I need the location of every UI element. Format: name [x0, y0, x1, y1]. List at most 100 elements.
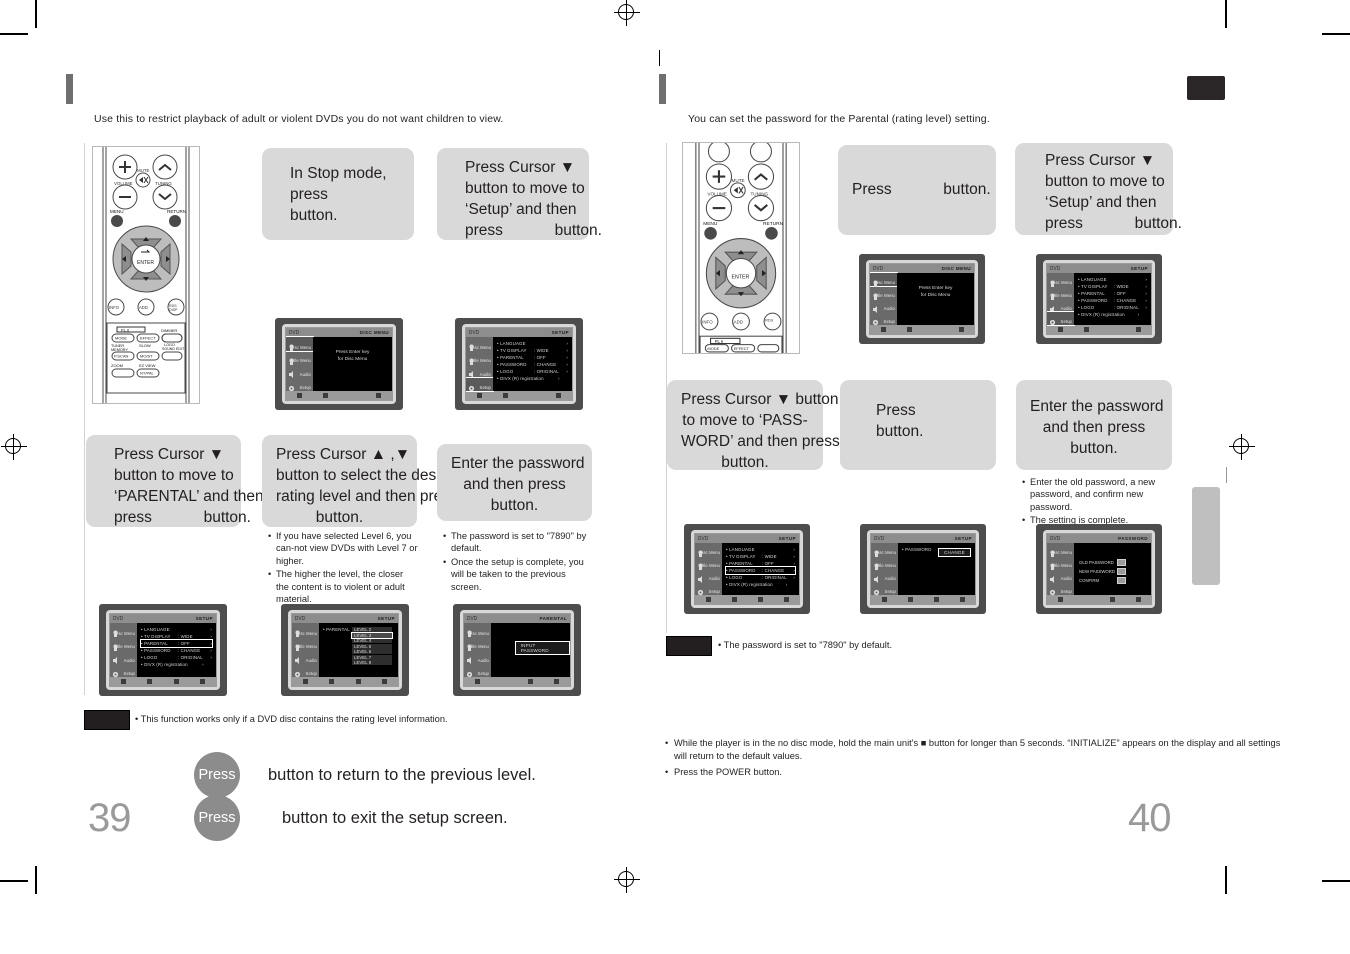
svg-text:MO/ST: MO/ST	[140, 354, 153, 359]
osd-header-left: DVD	[467, 615, 478, 622]
svg-text:TUNING: TUNING	[750, 192, 768, 197]
note-chip-left	[84, 710, 130, 730]
field-confirm: CONFIRM	[1079, 577, 1126, 584]
note-item: • The higher the level, the closer the co…	[268, 569, 405, 605]
gutter-mark-top	[659, 50, 660, 66]
menu-row-divx: • DIVX (R) registration ›	[497, 376, 560, 381]
menu-row-language: • LANGUAGE ›	[726, 547, 795, 552]
registration-mark-bottom	[614, 867, 640, 893]
osd-side-disc-menu: Disc Menu	[113, 630, 135, 637]
svg-text:SOUND EDIT: SOUND EDIT	[162, 347, 185, 351]
osd-side-setup: Setup	[695, 582, 722, 596]
svg-text:EZ VIEW: EZ VIEW	[139, 363, 156, 368]
r-step-3-line-3: WORD’ and then press	[681, 433, 840, 450]
step-2-line-2: button to move to	[465, 180, 585, 197]
step-5-line-2: and then press	[463, 476, 566, 493]
menu-row-logo: • LOGO: ORIGINAL ›	[497, 369, 568, 374]
password-change-box: CHANGE	[938, 548, 971, 557]
r-step-2-line-3: ‘Setup’ and then	[1045, 194, 1157, 211]
crop-mark-tl-v	[35, 0, 37, 28]
note-item: • The password is set to "7890" by defaul…	[443, 531, 587, 554]
svg-text:LOGO: LOGO	[164, 343, 175, 347]
svg-text:SLOW: SLOW	[139, 343, 151, 348]
osd-header-left: DVD	[1050, 535, 1061, 542]
osd-side-disc-menu: Disc Menu	[870, 272, 898, 287]
svg-text:ENTER: ENTER	[732, 274, 750, 280]
right-footnotes: • While the player is in the no disc mode…	[665, 737, 1285, 779]
screen-input-password: DVD PARENTAL Disc Menu Title Menu Audio …	[453, 604, 581, 696]
osd-side-disc-menu: Disc Menu	[467, 630, 489, 637]
right-intro-text: You can set the password for the Parenta…	[688, 113, 990, 125]
note-chip-right	[666, 636, 712, 656]
menu-row-tv-display: • TV DISPLAY: WIDE ›	[726, 554, 795, 559]
osd-side-disc-menu: Disc Menu	[698, 550, 720, 557]
press-circle-menu-icon[interactable]: Press	[194, 795, 240, 841]
osd-header-left: DVD	[873, 265, 884, 272]
note-item: • Once the setup is complete, you will be…	[443, 556, 584, 592]
level-option: LEVEL 6	[352, 649, 392, 654]
r-step-4-callout: Press button.	[840, 380, 996, 470]
menu-row-password: • PASSWORD: CHANGE ›	[141, 648, 212, 653]
note-item: • If you have selected Level 6, you can-n…	[268, 531, 418, 566]
press-row-return: Press button to return to the previous l…	[194, 752, 536, 798]
osd-side-setup: Setup	[1047, 582, 1074, 596]
osd-header-left: DVD	[289, 329, 300, 336]
osd-side-audio: Audio	[1047, 299, 1074, 313]
press-circle-return-icon[interactable]: Press	[194, 752, 240, 798]
page-number-left: 39	[88, 796, 131, 840]
svg-text:EFFECT: EFFECT	[140, 336, 156, 341]
osd-header-right: SETUP	[778, 536, 796, 541]
manual-spread: Use this to restrict playback of adult o…	[0, 0, 1350, 954]
svg-text:ADD: ADD	[139, 305, 148, 310]
r-step-5-line-2: and then press	[1042, 419, 1146, 436]
step-3-line-2: button to move to	[114, 467, 234, 484]
osd-side-setup: Setup	[1047, 311, 1075, 326]
parental-level-list: LEVEL 2 LEVEL 3 LEVEL 4 LEVEL 5 LEVEL 6 …	[351, 627, 393, 666]
svg-text:MODE: MODE	[115, 336, 127, 341]
svg-text:MUTE: MUTE	[732, 178, 745, 183]
svg-text:RETURN: RETURN	[763, 221, 784, 227]
screen-setup-parental-highlighted: DVD SETUP Disc Menu Title Menu Audio Set…	[99, 604, 227, 696]
r-step-2-line-1: Press Cursor ▼	[1045, 152, 1156, 169]
osd-side-title-menu: Title Menu	[469, 358, 491, 365]
osd-header-right: SETUP	[195, 616, 213, 621]
step-2-line-4: press button.	[465, 222, 602, 239]
osd-side-setup: Setup	[286, 378, 313, 392]
svg-text:VOLUME: VOLUME	[114, 181, 133, 186]
step-2-line-3: ‘Setup’ and then	[465, 201, 577, 218]
menu-row-tv-display: • TV DISPLAY: WIDE ›	[1078, 284, 1147, 289]
menu-row-language: • LANGUAGE ›	[1078, 277, 1147, 282]
svg-text:ENTER: ENTER	[137, 260, 154, 266]
osd-side-audio: Audio	[292, 650, 319, 664]
chapter-tab-top	[1187, 76, 1225, 100]
registration-mark-right	[1229, 434, 1255, 460]
password-entry-fields: OLD PASSWORD NEW PASSWORD CONFIRM	[1079, 559, 1126, 586]
osd-side-disc-menu: Disc Menu	[286, 336, 314, 352]
step-1-line-3: button.	[290, 207, 338, 224]
menu-row-logo: • LOGO: ORIGINAL ›	[726, 575, 795, 580]
step-4-line-1: Press Cursor ▲ ,▼	[276, 446, 411, 463]
step-3-line-3: ‘PARENTAL’ and then	[114, 488, 264, 505]
confirm-password-input[interactable]	[1117, 577, 1126, 584]
step-5-callout: Enter the password and then press button…	[437, 444, 592, 521]
step-3-callout: Press Cursor ▼ button to move to ‘PARENT…	[86, 435, 264, 527]
crop-mark-tr-h	[1322, 33, 1350, 35]
svg-text:TUNING: TUNING	[155, 181, 172, 186]
step-4-notes: • If you have selected Level 6, you can-n…	[268, 530, 418, 606]
osd-message-line-2: for Disc Menu	[920, 293, 951, 298]
old-password-input[interactable]	[1117, 559, 1126, 566]
osd-header-left: DVD	[469, 329, 480, 336]
crop-mark-br-v	[1225, 866, 1227, 894]
menu-row-divx: • DIVX (R) registration ›	[726, 582, 788, 587]
osd-side-setup: Setup	[466, 376, 494, 392]
r-step-1-line-1: Press button.	[852, 181, 991, 198]
menu-row-parental: • PARENTAL: OFF ›	[497, 355, 568, 360]
osd-side-audio: Audio	[466, 364, 493, 378]
r-screen-setup: DVD SETUP Disc Menu Title Menu Audio Set…	[1036, 254, 1162, 344]
new-password-input[interactable]	[1117, 568, 1126, 575]
osd-message-line-1: Press Enter key	[918, 286, 953, 291]
osd-header-right: PARENTAL	[539, 616, 567, 621]
field-old-password: OLD PASSWORD	[1079, 559, 1126, 566]
svg-text:INFO: INFO	[702, 320, 713, 325]
r-step-2-line-4: press button.	[1045, 215, 1182, 232]
